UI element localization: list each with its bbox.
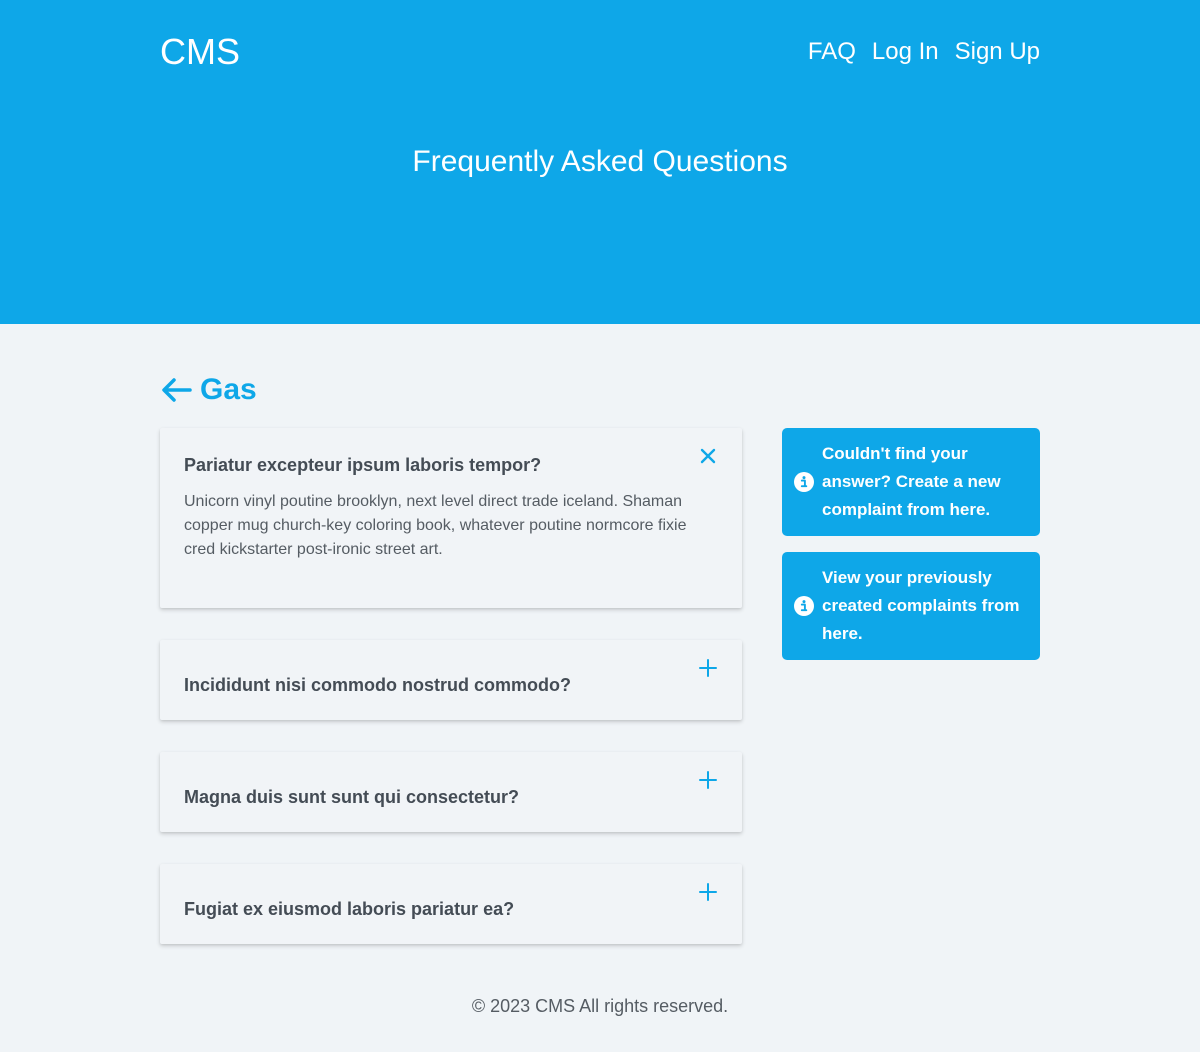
faq-question[interactable]: Pariatur excepteur ipsum laboris tempor?: [184, 454, 718, 476]
top-nav: FAQ Log In Sign Up: [808, 36, 1040, 68]
view-complaints-text: View your previously created complaints …: [822, 568, 1020, 643]
category-title: Gas: [200, 373, 257, 406]
create-complaint-card[interactable]: Couldn't find your answer? Create a new …: [782, 428, 1040, 536]
faq-item[interactable]: Incididunt nisi commodo nostrud commodo?: [160, 640, 742, 720]
nav-login-link[interactable]: Log In: [872, 36, 939, 68]
page-title: Frequently Asked Questions: [412, 145, 788, 178]
view-complaints-card[interactable]: View your previously created complaints …: [782, 552, 1040, 660]
plus-icon[interactable]: [698, 658, 718, 678]
plus-icon[interactable]: [698, 882, 718, 902]
faq-answer: Unicorn vinyl poutine brooklyn, next lev…: [184, 493, 687, 558]
create-complaint-text: Couldn't find your answer? Create a new …: [822, 444, 1001, 519]
faq-item[interactable]: Fugiat ex eiusmod laboris pariatur ea?: [160, 864, 742, 944]
hero-header: CMS FAQ Log In Sign Up Frequently Asked …: [0, 0, 1200, 324]
nav-faq-link[interactable]: FAQ: [808, 36, 856, 68]
plus-icon[interactable]: [698, 770, 718, 790]
faq-question[interactable]: Fugiat ex eiusmod laboris pariatur ea?: [184, 898, 718, 920]
faq-item[interactable]: Magna duis sunt sunt qui consectetur?: [160, 752, 742, 832]
faq-question[interactable]: Magna duis sunt sunt qui consectetur?: [184, 786, 718, 808]
arrow-left-icon: [162, 378, 192, 402]
back-to-categories-link[interactable]: Gas: [160, 372, 257, 408]
info-icon: [794, 596, 814, 616]
close-icon[interactable]: [698, 446, 718, 466]
faq-item[interactable]: Pariatur excepteur ipsum laboris tempor?…: [160, 428, 742, 608]
footer: © 2023 CMS All rights reserved.: [471, 996, 729, 1016]
info-icon: [794, 472, 814, 492]
brand-logo[interactable]: CMS: [160, 32, 240, 72]
nav-signup-link[interactable]: Sign Up: [955, 36, 1040, 68]
faq-question[interactable]: Incididunt nisi commodo nostrud commodo?: [184, 674, 718, 696]
